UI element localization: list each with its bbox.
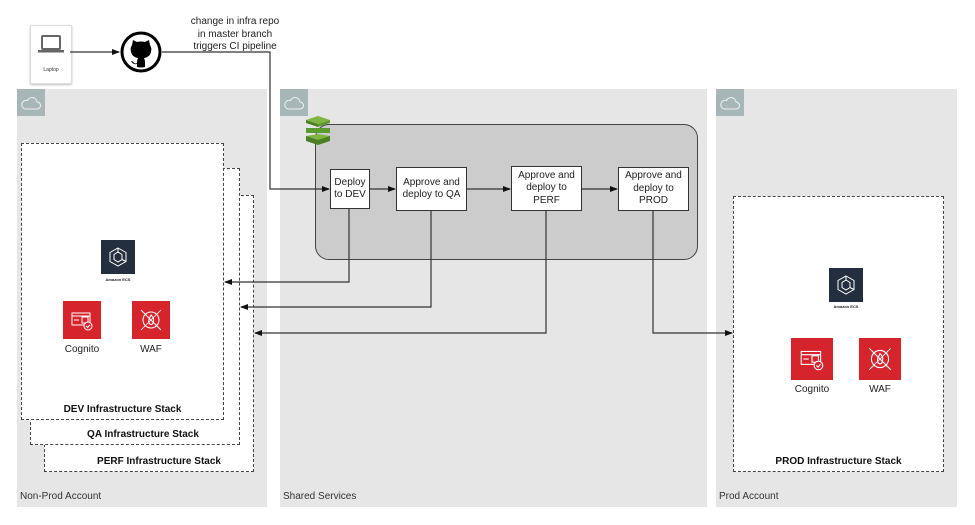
cognito-label: Cognito bbox=[64, 344, 100, 355]
cognito-icon bbox=[63, 301, 101, 339]
prod-stack-label: PROD Infrastructure Stack bbox=[775, 456, 902, 467]
laptop-icon bbox=[36, 33, 66, 60]
amazon-ecs-label: Amazon ECS bbox=[105, 277, 131, 282]
waf-icon bbox=[859, 338, 901, 380]
cognito-icon bbox=[791, 338, 833, 380]
trigger-note: change in infra repo in master branch tr… bbox=[190, 16, 280, 52]
cloud-icon bbox=[17, 89, 45, 116]
prod-account-label: Prod Account bbox=[719, 491, 779, 502]
perf-stack-label: PERF Infrastructure Stack bbox=[97, 456, 221, 467]
dev-stack-label: DEV Infrastructure Stack bbox=[63, 404, 182, 415]
github-icon[interactable] bbox=[120, 31, 162, 73]
waf-label: WAF bbox=[869, 384, 891, 395]
stage-deploy-perf[interactable]: Approve and deploy to PERF bbox=[511, 166, 582, 211]
cloud-icon bbox=[716, 89, 744, 116]
amazon-ecs-icon bbox=[101, 240, 135, 274]
cloud-icon bbox=[280, 89, 308, 116]
stage-deploy-qa[interactable]: Approve and deploy to QA bbox=[396, 167, 467, 211]
prod-infrastructure-stack: PROD Infrastructure Stack bbox=[733, 196, 944, 472]
waf-icon bbox=[132, 301, 170, 339]
laptop-label: Laptop bbox=[43, 67, 59, 73]
nonprod-account-label: Non-Prod Account bbox=[20, 491, 102, 502]
laptop-card: Laptop bbox=[30, 25, 72, 84]
codepipeline-icon bbox=[302, 115, 334, 149]
qa-stack-label: QA Infrastructure Stack bbox=[87, 429, 199, 440]
cognito-label: Cognito bbox=[794, 384, 830, 395]
amazon-ecs-icon bbox=[829, 268, 863, 302]
shared-services-label: Shared Services bbox=[283, 491, 357, 502]
waf-label: WAF bbox=[140, 344, 162, 355]
stage-deploy-prod[interactable]: Approve and deploy to PROD bbox=[618, 167, 689, 211]
amazon-ecs-label: Amazon ECS bbox=[833, 304, 859, 309]
stage-deploy-dev[interactable]: Deploy to DEV bbox=[330, 169, 370, 209]
